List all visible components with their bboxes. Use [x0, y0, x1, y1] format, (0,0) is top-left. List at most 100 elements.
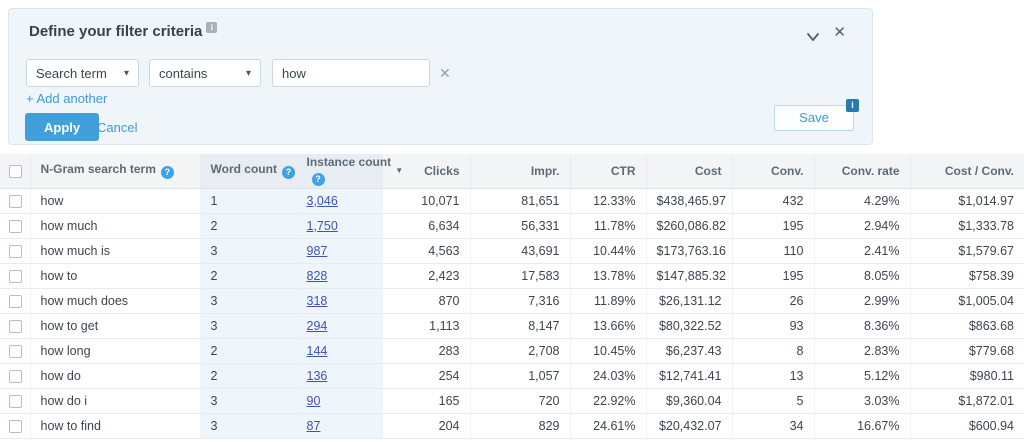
cell-value: $173,763.16 — [657, 244, 727, 258]
cell-value: 2 — [211, 344, 218, 358]
row-checkbox[interactable] — [9, 195, 22, 208]
cell-value: 17,583 — [521, 269, 559, 283]
filter-criteria-panel: Define your filter criteriai ✕ Search te… — [8, 8, 873, 145]
cell-impr: 8,147 — [470, 313, 570, 338]
operator-select[interactable]: contains ▾ — [149, 59, 261, 87]
help-icon[interactable]: ? — [312, 173, 325, 186]
row-checkbox[interactable] — [9, 395, 22, 408]
row-checkbox[interactable] — [9, 420, 22, 433]
row-checkbox[interactable] — [9, 345, 22, 358]
cell-value: 2.94% — [864, 219, 899, 233]
cell-instance_count: 828 — [296, 263, 382, 288]
filter-value-input[interactable] — [272, 59, 430, 87]
cell-instance_count: 318 — [296, 288, 382, 313]
row-checkbox[interactable] — [9, 245, 22, 258]
column-header-conv[interactable]: Conv. — [732, 154, 814, 188]
cell-conv_rate: 8.36% — [814, 313, 910, 338]
cell-cost_per_conv: $600.94 — [910, 413, 1024, 438]
cell-value: how to get — [41, 319, 99, 333]
cell-value: how to — [41, 269, 78, 283]
cell-value: $1,333.78 — [958, 219, 1014, 233]
cell-cost_per_conv: $758.39 — [910, 263, 1024, 288]
cell-value: 432 — [783, 194, 804, 208]
save-button[interactable]: Save i — [774, 105, 854, 131]
cell-value: 13.66% — [593, 319, 635, 333]
cell-conv: 93 — [732, 313, 814, 338]
cell-instance_count: 3,046 — [296, 188, 382, 213]
instance-count-link[interactable]: 144 — [307, 344, 328, 358]
column-header-impr[interactable]: Impr. — [470, 154, 570, 188]
cell-impr: 1,057 — [470, 363, 570, 388]
cell-impr: 81,651 — [470, 188, 570, 213]
column-header-word_count[interactable]: Word count? — [200, 154, 296, 188]
instance-count-link[interactable]: 136 — [307, 369, 328, 383]
cancel-link[interactable]: Cancel — [97, 120, 137, 135]
cell-value: 11.78% — [594, 219, 635, 233]
cell-word_count: 3 — [200, 388, 296, 413]
cell-clicks: 2,423 — [382, 263, 470, 288]
column-label: Conv. rate — [842, 164, 900, 178]
instance-count-link[interactable]: 318 — [307, 294, 328, 308]
cell-value: 165 — [439, 394, 460, 408]
instance-count-link[interactable]: 90 — [307, 394, 321, 408]
row-checkbox-cell — [0, 288, 30, 313]
cell-value: 7,316 — [528, 294, 559, 308]
cell-value: 81,651 — [521, 194, 559, 208]
collapse-chevron-icon[interactable] — [806, 29, 820, 39]
apply-button[interactable]: Apply — [25, 113, 99, 141]
row-checkbox[interactable] — [9, 220, 22, 233]
info-icon[interactable]: i — [206, 22, 217, 33]
row-checkbox[interactable] — [9, 370, 22, 383]
column-header-ctr[interactable]: CTR — [570, 154, 646, 188]
instance-count-link[interactable]: 987 — [307, 244, 328, 258]
cell-value: $1,579.67 — [958, 244, 1014, 258]
caret-down-icon: ▾ — [246, 68, 251, 79]
column-header-conv_rate[interactable]: Conv. rate — [814, 154, 910, 188]
cell-value: $6,237.43 — [666, 344, 722, 358]
cell-impr: 43,691 — [470, 238, 570, 263]
cell-term: how to — [30, 263, 200, 288]
cell-cost: $80,322.52 — [646, 313, 732, 338]
clear-filter-icon[interactable]: ✕ — [439, 65, 451, 82]
filter-row: Search term ▾ contains ▾ ✕ — [26, 59, 451, 87]
cell-cost: $147,885.32 — [646, 263, 732, 288]
cell-conv_rate: 2.99% — [814, 288, 910, 313]
cell-word_count: 2 — [200, 213, 296, 238]
cell-value: 5.12% — [864, 369, 899, 383]
instance-count-link[interactable]: 294 — [307, 319, 328, 333]
field-select[interactable]: Search term ▾ — [26, 59, 139, 87]
row-checkbox[interactable] — [9, 320, 22, 333]
cell-ctr: 22.92% — [570, 388, 646, 413]
instance-count-link[interactable]: 1,750 — [307, 219, 338, 233]
cell-ctr: 11.89% — [570, 288, 646, 313]
cell-value: 24.03% — [593, 369, 635, 383]
row-checkbox[interactable] — [9, 295, 22, 308]
instance-count-link[interactable]: 828 — [307, 269, 328, 283]
column-header-cost_per_conv[interactable]: Cost / Conv. — [910, 154, 1024, 188]
instance-count-link[interactable]: 3,046 — [307, 194, 338, 208]
cell-value: $438,465.97 — [657, 194, 727, 208]
column-label: Impr. — [531, 164, 560, 178]
close-icon[interactable]: ✕ — [833, 23, 846, 41]
add-another-link[interactable]: + Add another — [26, 91, 107, 106]
row-checkbox[interactable] — [9, 270, 22, 283]
column-header-instance_count[interactable]: Instance count?▼ — [296, 154, 382, 188]
cell-word_count: 3 — [200, 413, 296, 438]
cell-value: 204 — [439, 419, 460, 433]
info-icon[interactable]: i — [846, 99, 859, 112]
cell-value: 2,423 — [428, 269, 459, 283]
cell-term: how much is — [30, 238, 200, 263]
help-icon[interactable]: ? — [161, 166, 174, 179]
select-all-checkbox[interactable] — [9, 165, 22, 178]
cell-value: $1,005.04 — [958, 294, 1014, 308]
column-header-term[interactable]: N-Gram search term? — [30, 154, 200, 188]
cell-value: 2 — [211, 369, 218, 383]
column-header-cost[interactable]: Cost — [646, 154, 732, 188]
help-icon[interactable]: ? — [282, 166, 295, 179]
instance-count-link[interactable]: 87 — [307, 419, 321, 433]
cell-clicks: 870 — [382, 288, 470, 313]
cell-word_count: 3 — [200, 238, 296, 263]
cell-ctr: 24.03% — [570, 363, 646, 388]
cell-cost_per_conv: $1,005.04 — [910, 288, 1024, 313]
cell-value: $26,131.12 — [659, 294, 722, 308]
